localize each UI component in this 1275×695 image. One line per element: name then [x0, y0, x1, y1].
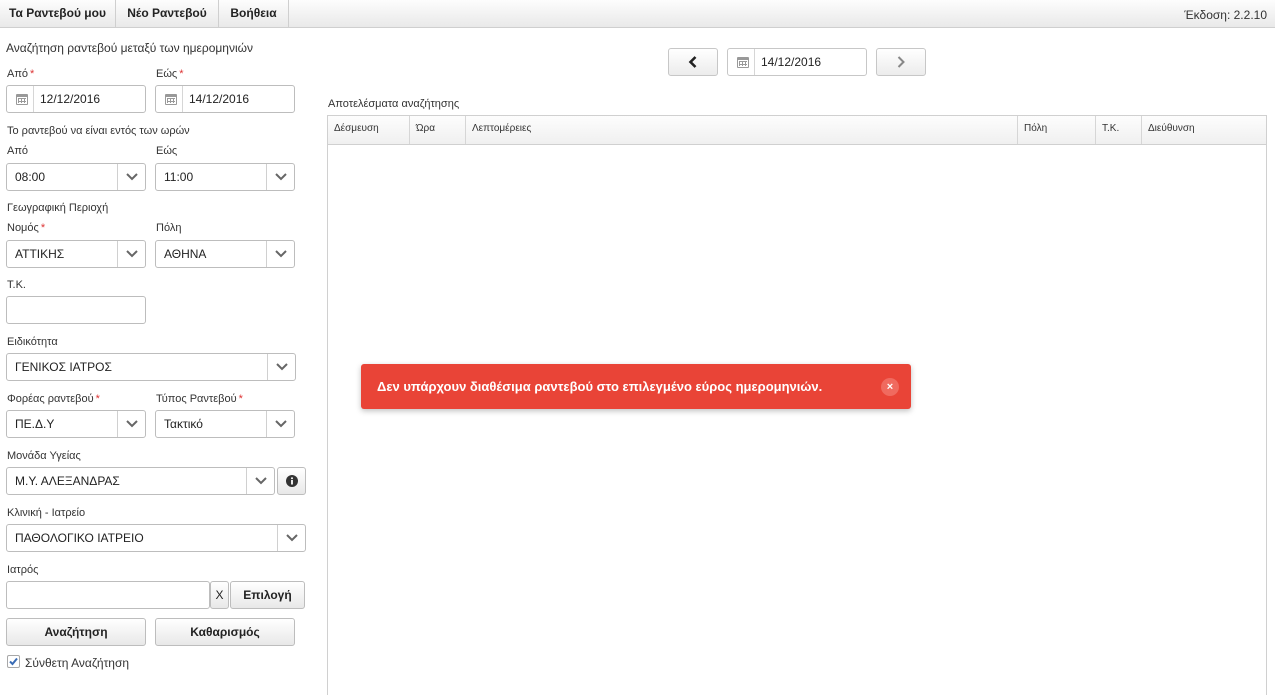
menu-new-appointment[interactable]: Νέο Ραντεβού — [116, 0, 219, 27]
specialty-label: Ειδικότητα — [7, 336, 58, 348]
hours-from-select[interactable]: 08:00 — [6, 163, 146, 191]
clinic-label: Κλινική - Ιατρείο — [7, 507, 86, 519]
chevron-left-icon — [688, 56, 697, 68]
chevron-down-icon[interactable] — [266, 411, 294, 437]
prefecture-select[interactable]: ΑΤΤΙΚΗΣ — [6, 240, 146, 268]
current-date-field[interactable]: 14/12/2016 — [727, 48, 867, 76]
unit-select[interactable]: Μ.Υ. ΑΛΕΞΑΝΔΡΑΣ — [6, 467, 275, 495]
agency-label: Φορέας ραντεβού * — [7, 393, 100, 405]
hours-to-value: 11:00 — [164, 170, 194, 184]
to-date-label: Εώς * — [156, 68, 184, 80]
chevron-down-icon[interactable] — [266, 241, 294, 267]
hours-to-label: Εώς — [156, 145, 178, 157]
advanced-search-label: Σύνθετη Αναζήτηση — [25, 656, 130, 670]
city-label: Πόλη — [156, 222, 182, 234]
chevron-down-icon[interactable] — [277, 525, 305, 551]
calendar-icon[interactable] — [16, 94, 28, 105]
chevron-right-icon — [897, 56, 905, 68]
type-select[interactable]: Τακτικό — [155, 410, 295, 438]
chevron-down-icon[interactable] — [117, 241, 145, 267]
error-message: Δεν υπάρχουν διαθέσιμα ραντεβού στο επιλ… — [377, 379, 823, 394]
menu-help[interactable]: Βοήθεια — [219, 0, 289, 27]
column-city[interactable]: Πόλη — [1018, 116, 1096, 144]
calendar-icon[interactable] — [737, 57, 749, 68]
checkmark-icon — [9, 657, 18, 666]
chevron-down-icon[interactable] — [246, 468, 274, 494]
to-date-value: 14/12/2016 — [189, 92, 250, 106]
clinic-select[interactable]: ΠΑΘΟΛΟΓΙΚΟ ΙΑΤΡΕΙΟ — [6, 524, 306, 552]
doctor-select-button[interactable]: Επιλογή — [230, 581, 305, 609]
calendar-icon[interactable] — [165, 94, 177, 105]
from-date-label: Από * — [7, 68, 35, 80]
column-address[interactable]: Διεύθυνση — [1142, 116, 1266, 144]
agency-value: ΠΕ.Δ.Υ — [15, 417, 55, 431]
close-icon[interactable]: × — [881, 378, 899, 396]
unit-label: Μονάδα Υγείας — [7, 450, 81, 462]
from-date-field[interactable]: 12/12/2016 — [6, 85, 146, 113]
hours-from-value: 08:00 — [15, 170, 46, 184]
results-title: Αποτελέσματα αναζήτησης — [328, 98, 460, 110]
city-value: ΑΘΗΝΑ — [164, 247, 207, 261]
type-label: Τύπος Ραντεβού * — [156, 393, 243, 405]
info-icon — [286, 475, 298, 487]
column-zip[interactable]: Τ.Κ. — [1096, 116, 1142, 144]
chevron-down-icon[interactable] — [267, 354, 295, 380]
doctor-input[interactable] — [6, 581, 210, 609]
to-date-field[interactable]: 14/12/2016 — [155, 85, 295, 113]
hours-from-label: Από — [7, 145, 29, 157]
advanced-search-checkbox[interactable] — [7, 655, 20, 668]
column-time[interactable]: Ώρα — [410, 116, 466, 144]
prefecture-value: ΑΤΤΙΚΗΣ — [15, 247, 65, 261]
hours-to-select[interactable]: 11:00 — [155, 163, 295, 191]
menu-my-appointments[interactable]: Τα Ραντεβού μου — [0, 0, 116, 27]
next-date-button[interactable] — [876, 48, 926, 76]
chevron-down-icon[interactable] — [117, 164, 145, 190]
specialty-value: ΓΕΝΙΚΟΣ ΙΑΤΡΟΣ — [15, 360, 112, 374]
column-details[interactable]: Λεπτομέρειες — [466, 116, 1018, 144]
geo-heading: Γεωγραφική Περιοχή — [7, 202, 109, 214]
unit-info-button[interactable] — [277, 467, 306, 495]
chevron-down-icon[interactable] — [117, 411, 145, 437]
reset-button[interactable]: Καθαρισμός — [155, 618, 295, 646]
clinic-value: ΠΑΘΟΛΟΓΙΚΟ ΙΑΤΡΕΙΟ — [15, 531, 144, 545]
unit-value: Μ.Υ. ΑΛΕΞΑΝΔΡΑΣ — [15, 474, 120, 488]
from-date-value: 12/12/2016 — [40, 92, 101, 106]
version-label: Έκδοση: 2.2.10 — [1184, 8, 1267, 22]
chevron-down-icon[interactable] — [266, 164, 294, 190]
agency-select[interactable]: ΠΕ.Δ.Υ — [6, 410, 146, 438]
column-booking[interactable]: Δέσμευση — [328, 116, 410, 144]
current-date-value: 14/12/2016 — [761, 55, 822, 69]
top-menu-bar: Τα Ραντεβού μου Νέο Ραντεβού Βοήθεια Έκδ… — [0, 0, 1275, 28]
prefecture-label: Νομός * — [7, 222, 46, 234]
doctor-label: Ιατρός — [7, 564, 39, 576]
zip-input[interactable] — [6, 296, 146, 324]
city-select[interactable]: ΑΘΗΝΑ — [155, 240, 295, 268]
specialty-select[interactable]: ΓΕΝΙΚΟΣ ΙΑΤΡΟΣ — [6, 353, 296, 381]
hours-heading: Το ραντεβού να είναι εντός των ωρών — [7, 125, 190, 137]
type-value: Τακτικό — [164, 417, 203, 431]
doctor-clear-button[interactable]: X — [210, 581, 229, 609]
zip-label: Τ.Κ. — [7, 279, 26, 291]
search-heading: Αναζήτηση ραντεβού μεταξύ των ημερομηνιώ… — [6, 41, 254, 55]
results-table-header: Δέσμευση Ώρα Λεπτομέρειες Πόλη Τ.Κ. Διεύ… — [328, 116, 1266, 145]
error-toast: Δεν υπάρχουν διαθέσιμα ραντεβού στο επιλ… — [361, 364, 911, 409]
search-button[interactable]: Αναζήτηση — [6, 618, 146, 646]
prev-date-button[interactable] — [668, 48, 718, 76]
